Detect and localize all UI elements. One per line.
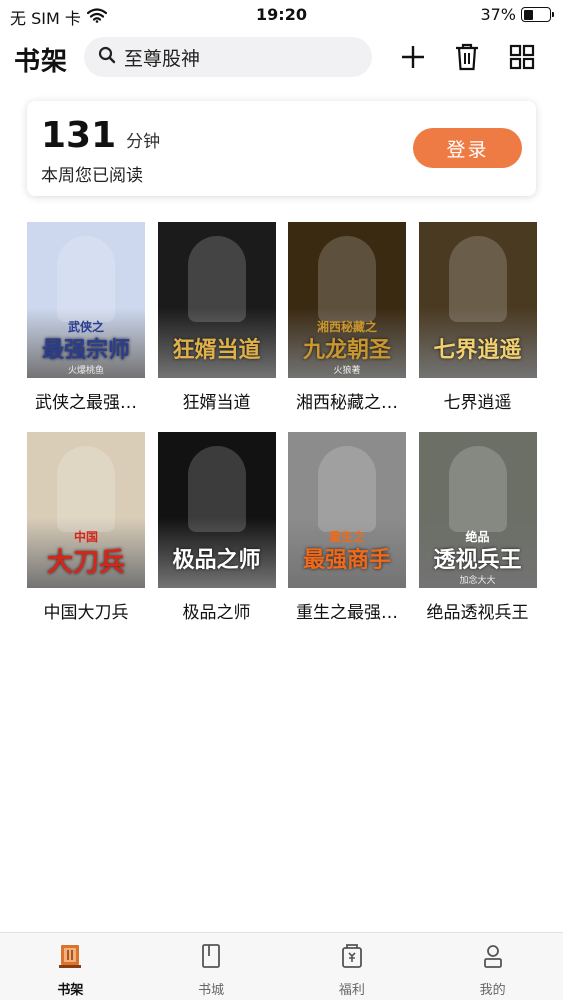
cover-art (187, 236, 246, 322)
book-cover[interactable]: 绝品 透视兵王 加念大大 (418, 432, 537, 588)
book-item[interactable]: 武侠之 最强宗师 火爆桃鱼 武侠之最强… (27, 222, 145, 413)
bookshelf-icon (58, 943, 82, 973)
book-item[interactable]: 狂婿当道 狂婿当道 (157, 222, 276, 413)
cover-author: 火爆桃鱼 (67, 366, 104, 376)
tab-label: 书架 (57, 983, 84, 998)
book-title[interactable]: 狂婿当道 (158, 388, 276, 413)
cover-title: 极品之师 (172, 547, 261, 573)
book-item[interactable]: 湘西秘藏之 九龙朝圣 火狼著 湘西秘藏之… (288, 222, 406, 413)
reading-minutes-value: 131 (41, 115, 117, 156)
battery-percent: 37% (480, 5, 516, 24)
login-button[interactable]: 登录 (413, 128, 522, 168)
book-title[interactable]: 湘西秘藏之… (288, 388, 406, 413)
cover-art (57, 446, 115, 532)
cover-title: 透视兵王 (433, 547, 522, 573)
book-cover[interactable]: 武侠之 最强宗师 火爆桃鱼 (27, 222, 145, 378)
grid-icon[interactable] (507, 42, 537, 72)
status-bar: 无 SIM 卡 19:20 37% (0, 0, 563, 30)
reading-description: 本周您已阅读 (41, 166, 143, 186)
cover-art (448, 236, 507, 322)
search-icon (98, 46, 116, 68)
cover-title: 最强商手 (302, 547, 391, 573)
tab-label: 我的 (479, 983, 506, 998)
search-bar[interactable]: 至尊股神 (84, 37, 372, 77)
trash-icon[interactable] (452, 42, 482, 72)
cover-art (318, 446, 376, 532)
tab-label: 书城 (198, 983, 225, 998)
tab-profile[interactable]: 我的 (422, 933, 563, 1000)
book-title[interactable]: 七界逍遥 (419, 388, 537, 413)
book-title[interactable]: 武侠之最强… (27, 388, 145, 413)
book-item[interactable]: 重生之 最强商手重生之最强… (288, 432, 406, 623)
book-item[interactable]: 极品之师 极品之师 (157, 432, 276, 623)
cover-title: 大刀兵 (46, 548, 125, 578)
book-cover[interactable]: 狂婿当道 (157, 222, 276, 378)
book-title[interactable]: 重生之最强… (288, 598, 406, 623)
book-cover[interactable]: 湘西秘藏之 九龙朝圣 火狼著 (288, 222, 406, 378)
page-title: 书架 (14, 47, 69, 77)
cover-art (187, 446, 246, 532)
welfare-icon (340, 943, 364, 973)
book-cover[interactable]: 极品之师 (157, 432, 276, 588)
cover-title: 狂婿当道 (172, 337, 261, 363)
cover-title: 最强宗师 (41, 337, 130, 363)
tab-welfare[interactable]: 福利 (282, 933, 423, 1000)
tab-bookshelf[interactable]: 书架 (0, 933, 141, 1000)
book-cover[interactable]: 中国 大刀兵 (27, 432, 145, 588)
add-icon[interactable] (398, 42, 428, 72)
tab-bookstore[interactable]: 书城 (141, 933, 282, 1000)
book-title[interactable]: 极品之师 (158, 598, 276, 623)
book-item[interactable]: 七界逍遥 七界逍遥 (418, 222, 537, 413)
search-input[interactable]: 至尊股神 (124, 44, 200, 71)
book-title[interactable]: 中国大刀兵 (27, 598, 145, 623)
header: 书架 至尊股神 (0, 34, 563, 82)
tab-label: 福利 (338, 983, 365, 998)
book-item[interactable]: 中国 大刀兵 中国大刀兵 (27, 432, 145, 623)
battery-icon (521, 7, 554, 22)
cover-title: 九龙朝圣 (302, 337, 391, 363)
cover-art (448, 446, 507, 532)
book-cover[interactable]: 七界逍遥 (418, 222, 537, 378)
cover-art (318, 236, 376, 322)
bookstore-icon (199, 943, 223, 973)
cover-author: 加念大大 (459, 576, 496, 586)
book-cover[interactable]: 重生之 最强商手 (288, 432, 406, 588)
cover-art (57, 236, 115, 322)
profile-icon (481, 943, 505, 973)
cover-author: 火狼著 (333, 366, 361, 376)
reading-minutes-unit: 分钟 (126, 132, 161, 152)
book-item[interactable]: 绝品 透视兵王 加念大大 绝品透视兵王 (418, 432, 537, 623)
reading-stats-card: 131 分钟 本周您已阅读 登录 (27, 101, 536, 196)
cover-title: 七界逍遥 (433, 337, 522, 363)
status-time: 19:20 (256, 5, 307, 24)
book-title[interactable]: 绝品透视兵王 (419, 598, 537, 623)
tab-bar: 书架 书城 福利 我的 (0, 932, 563, 1000)
